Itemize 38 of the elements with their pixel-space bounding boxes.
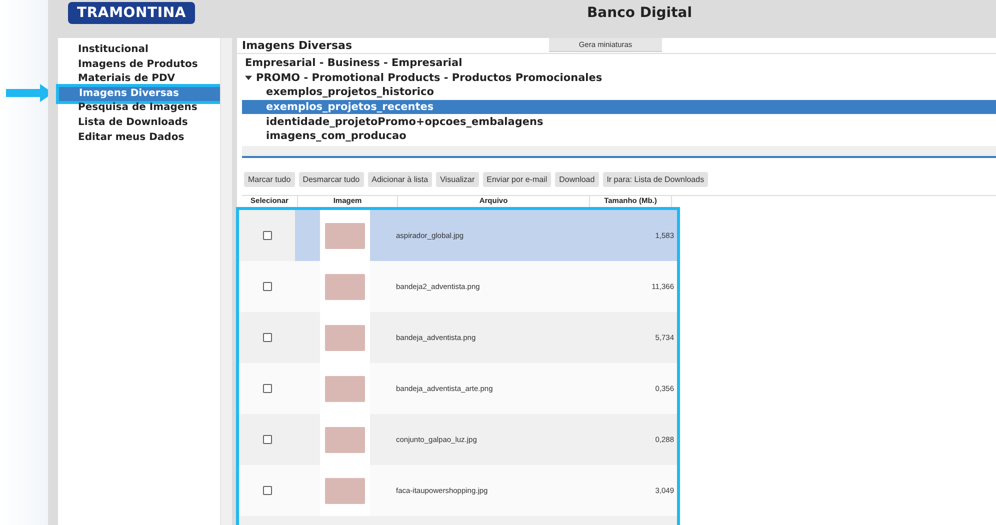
photo-placeholder bbox=[325, 274, 365, 300]
checkbox[interactable] bbox=[262, 486, 272, 495]
toolbar-button[interactable]: Desmarcar tudo bbox=[298, 172, 364, 187]
photo-placeholder bbox=[325, 324, 365, 350]
toolbar-button[interactable]: Marcar tudo bbox=[244, 172, 295, 187]
tree-item[interactable]: Empresarial - Business - Empresarial bbox=[242, 56, 996, 71]
tree-item[interactable]: identidade_projetoPromo+opcoes_embalagens bbox=[242, 114, 996, 129]
toolbar-button[interactable]: Enviar por e-mail bbox=[482, 172, 552, 187]
checkbox[interactable] bbox=[262, 231, 272, 240]
tree-item[interactable]: imagens_com_producao bbox=[242, 128, 996, 144]
scrollbar[interactable] bbox=[220, 38, 232, 525]
page-title: Banco Digital bbox=[586, 5, 692, 21]
tree-item[interactable]: PROMO - Promotional Products - Productos Promocionales bbox=[242, 70, 996, 86]
toolbar-button[interactable]: Adicionar à lista bbox=[368, 172, 432, 187]
photo-placeholder bbox=[325, 426, 365, 452]
checkbox[interactable] bbox=[262, 384, 272, 393]
sidebar-item[interactable]: Institucional bbox=[58, 43, 220, 58]
sidebar-item[interactable]: Editar meus Dados bbox=[58, 130, 220, 146]
photo-placeholder bbox=[325, 222, 365, 248]
photo-placeholder bbox=[325, 478, 365, 504]
photo-placeholder bbox=[325, 376, 365, 402]
toolbar-button[interactable]: Download bbox=[555, 172, 599, 187]
checkbox[interactable] bbox=[262, 435, 272, 444]
logo: TRAMONTINA bbox=[68, 2, 196, 24]
tree-item[interactable]: exemplos_projetos_historico bbox=[242, 85, 996, 100]
section-title: Imagens Diversas bbox=[241, 38, 353, 52]
sidebar-item[interactable]: Pesquisa de Imagens bbox=[58, 101, 220, 116]
sidebar-item[interactable]: Imagens de Produtos bbox=[58, 58, 220, 72]
tree-item[interactable]: exemplos_projetos_recentes bbox=[242, 100, 996, 114]
sidebar-item[interactable]: Lista de Downloads bbox=[58, 116, 220, 131]
sidebar-item[interactable]: Materiais de PDV bbox=[58, 72, 220, 87]
toolbar-button[interactable]: Visualizar bbox=[436, 172, 479, 187]
checkbox[interactable] bbox=[262, 282, 272, 291]
caret-icon[interactable] bbox=[245, 74, 252, 82]
sidebar-item[interactable]: Imagens Diversas bbox=[59, 86, 220, 102]
checkbox[interactable] bbox=[262, 333, 272, 342]
toolbar-button[interactable]: Ir para: Lista de Downloads bbox=[602, 172, 708, 187]
scrollbar[interactable] bbox=[242, 146, 996, 156]
